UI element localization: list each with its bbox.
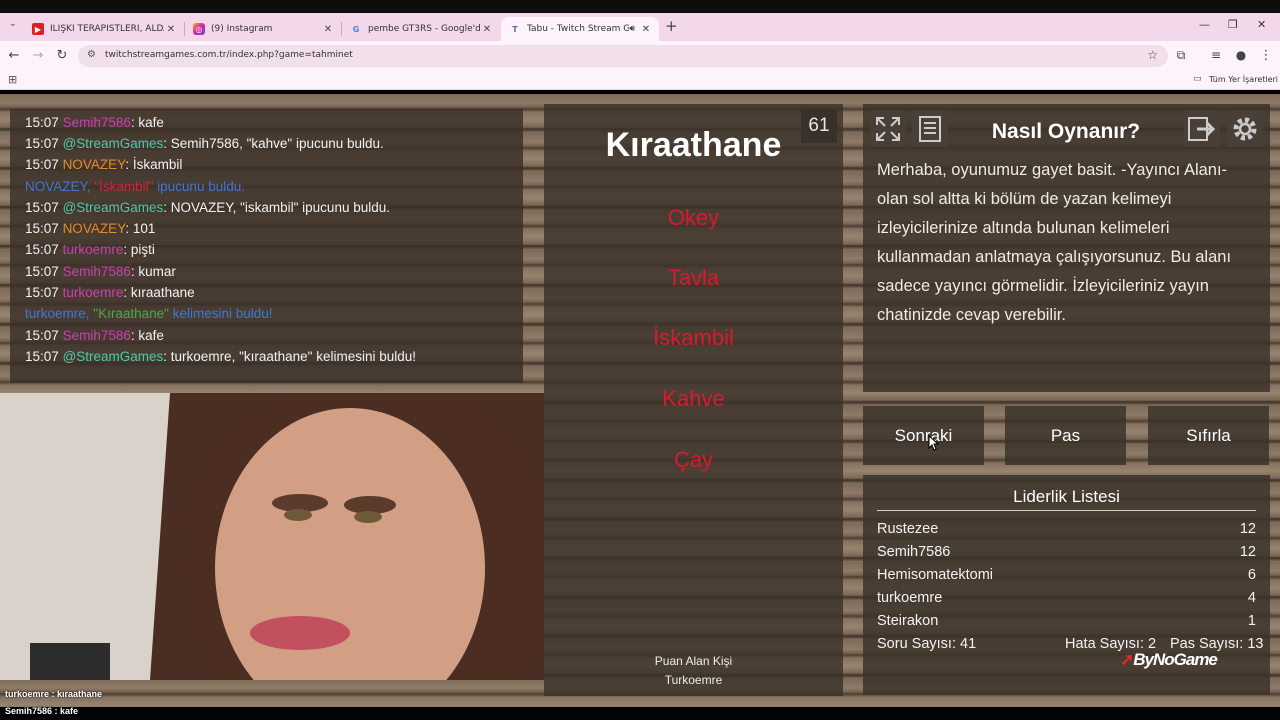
chat-message: 15:07 NOVAZEY: İskambil — [25, 157, 183, 172]
pass-button[interactable]: Pas — [1005, 406, 1126, 465]
exit-icon[interactable] — [1184, 111, 1220, 147]
settings-gear-icon[interactable] — [1227, 111, 1263, 147]
leaderboard-row: Rustezee 12 — [877, 521, 1256, 537]
tab-title: pembe GT3RS - Google'da Ara — [368, 24, 480, 34]
scorer-label: Puan Alan Kişi — [654, 654, 733, 668]
how-to-play-title: Nasıl Oynanır? — [991, 120, 1141, 143]
site-info-icon[interactable]: ⚙ — [87, 49, 96, 60]
leaderboard-row: Hemisomatektomi 6 — [877, 567, 1256, 583]
bottom-strip — [0, 707, 1280, 720]
leaderboard-row: turkoemre 4 — [877, 590, 1256, 606]
tab-title: İLİŞKİ TERAPİSTLERİ, ALDATMA — [50, 24, 164, 34]
tab-title: (9) Instagram — [211, 24, 273, 34]
chat-message: 15:07 @StreamGames: turkoemre, "kıraatha… — [25, 349, 416, 364]
taboo-word: Tavla — [667, 265, 720, 290]
question-count: Soru Sayısı: 41 — [877, 636, 977, 652]
tab-list-chevron-icon[interactable]: ⌄ — [9, 19, 17, 29]
menu-kebab-icon[interactable]: ⋮ — [1258, 48, 1274, 63]
chat-message: 15:07 Semih7586: kumar — [25, 264, 176, 279]
url-text: twitchstreamgames.com.tr/index.php?game=… — [105, 50, 353, 60]
tab-instagram[interactable]: ◎ (9) Instagram ✕ — [185, 17, 341, 41]
restore-button[interactable]: ❐ — [1228, 18, 1238, 31]
chat-message: 15:07 Semih7586: kafe — [25, 328, 164, 343]
taboo-word: Kahve — [662, 386, 725, 411]
apps-grid-icon[interactable]: ⊞ — [8, 73, 17, 86]
mouse-cursor-icon — [928, 435, 940, 451]
how-to-play-text: Merhaba, oyunumuz gayet basit. -Yayıncı … — [877, 161, 1232, 324]
forward-arrow-icon[interactable]: → — [30, 48, 46, 63]
tab-strip: ⌄ ▶ İLİŞKİ TERAPİSTLERİ, ALDATMA ✕ ◎ (9)… — [0, 13, 1280, 41]
webcam-image — [0, 393, 544, 680]
fullscreen-icon[interactable] — [870, 111, 906, 147]
folder-icon: ▭ — [1193, 74, 1202, 84]
scorer-name: Turkoemre — [664, 673, 723, 687]
url-field[interactable]: ⚙ twitchstreamgames.com.tr/index.php?gam… — [78, 45, 1168, 67]
youtube-icon: ▶ — [32, 23, 44, 35]
chat-message: 15:07 @StreamGames: Semih7586, "kahve" i… — [25, 136, 384, 151]
profile-avatar-icon[interactable]: ● — [1233, 48, 1249, 62]
tab-youtube[interactable]: ▶ İLİŞKİ TERAPİSTLERİ, ALDATMA ✕ — [24, 17, 184, 41]
leaderboard-title: Liderlik Listesi — [1013, 487, 1120, 506]
top-strip — [0, 0, 1280, 13]
chat-message: 15:07 NOVAZEY: 101 — [25, 221, 156, 236]
reset-button[interactable]: Sıfırla — [1148, 406, 1269, 465]
media-controls-icon[interactable]: ≡ — [1208, 48, 1224, 62]
twitch-games-icon: T — [512, 24, 518, 34]
speaker-icon[interactable]: 🔊︎ — [629, 24, 635, 34]
taboo-word: Okey — [667, 205, 720, 230]
chat-message: 15:07 Semih7586: kafe — [25, 115, 164, 130]
bynogame-logo: ➚ByNoGame — [1120, 650, 1218, 669]
taboo-word: İskambil — [653, 325, 734, 350]
target-word: Kıraathane — [605, 126, 782, 164]
taboo-word: Çay — [673, 447, 714, 472]
game-stage: 15:07 Semih7586: kafe 15:07 @StreamGames… — [0, 94, 1280, 707]
reload-icon[interactable]: ↻ — [54, 48, 70, 63]
tab-title: Tabu - Twitch Stream Games — [527, 24, 630, 34]
chat-system-message: turkoemre, "Kıraathane" kelimesini buldu… — [25, 306, 273, 321]
address-bar-row: ← → ↻ ⚙ twitchstreamgames.com.tr/index.p… — [0, 41, 1280, 71]
extensions-icon[interactable]: ⧉ — [1173, 48, 1189, 63]
close-window-button[interactable]: ✕ — [1257, 18, 1266, 31]
close-tab-icon[interactable]: ✕ — [321, 24, 335, 35]
leaderboard-row: Steirakon 1 — [877, 613, 1256, 629]
chat-message: 15:07 @StreamGames: NOVAZEY, "iskambil" … — [25, 200, 390, 215]
overlay-chat-line: turkoemre : kıraathane — [5, 689, 103, 699]
next-button[interactable]: Sonraki — [863, 406, 984, 465]
tab-google[interactable]: G pembe GT3RS - Google'da Ara ✕ — [342, 17, 500, 41]
chat-message: 15:07 turkoemre: pişti — [25, 242, 155, 257]
new-tab-button[interactable]: + — [665, 17, 678, 35]
google-icon: G — [352, 24, 360, 34]
chat-message: 15:07 turkoemre: kıraathane — [25, 285, 195, 300]
leaderboard-row: Semih7586 12 — [877, 544, 1256, 560]
close-tab-icon[interactable]: ✕ — [639, 24, 653, 35]
overlay-chat-line: Semih7586 : kafe — [5, 706, 79, 716]
logo-mark-icon: ➚ — [1120, 650, 1134, 669]
bookmarks-bar: ⊞ ▭ Tüm Yer İşaretleri — [0, 71, 1280, 90]
leaderboard-divider — [877, 510, 1256, 511]
back-arrow-icon[interactable]: ← — [6, 48, 22, 63]
instagram-icon: ◎ — [193, 23, 205, 35]
chat-messages: 15:07 Semih7586: kafe 15:07 @StreamGames… — [10, 109, 523, 383]
all-bookmarks-link[interactable]: Tüm Yer İşaretleri — [1209, 75, 1278, 84]
close-tab-icon[interactable]: ✕ — [164, 24, 178, 35]
bookmark-star-icon[interactable]: ☆ — [1147, 48, 1158, 62]
chat-system-message: NOVAZEY, "İskambil" ipucunu buldu. — [25, 179, 245, 194]
webcam-feed — [0, 393, 544, 680]
tab-twitch-stream-games[interactable]: T Tabu - Twitch Stream Games 🔊︎ ✕ — [501, 17, 659, 41]
document-icon[interactable] — [912, 111, 948, 147]
minimize-button[interactable]: — — [1199, 18, 1210, 31]
close-tab-icon[interactable]: ✕ — [480, 24, 494, 35]
